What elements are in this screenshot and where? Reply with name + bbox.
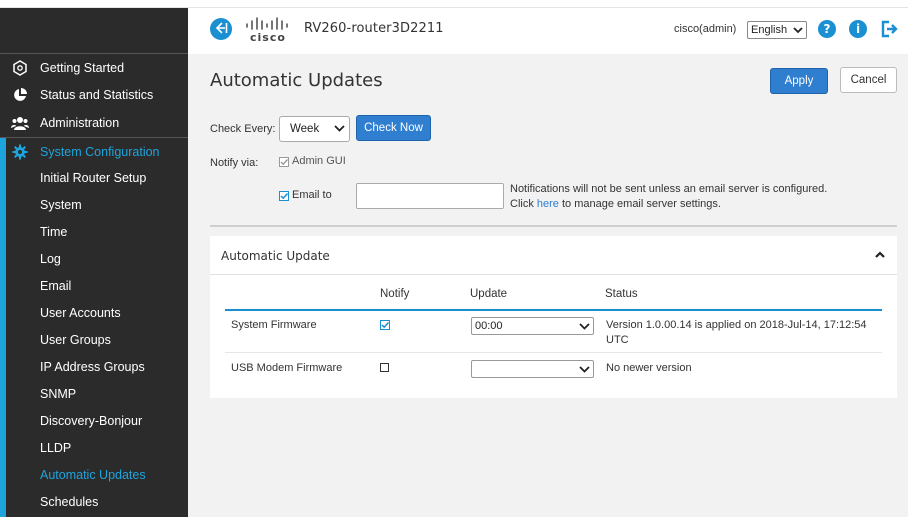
sidebar-item-getting-started[interactable]: Getting Started (0, 53, 188, 81)
user-name: cisco(admin) (674, 23, 737, 35)
sidebar-item-label: Administration (40, 116, 120, 130)
status-usb-modem-firmware: No newer version (606, 362, 692, 374)
email-to-checkbox[interactable] (279, 190, 289, 201)
column-header-status: Status (605, 288, 638, 300)
info-icon[interactable]: i (849, 20, 867, 38)
cancel-button[interactable]: Cancel (840, 67, 897, 93)
sidebar-item-label: Status and Statistics (40, 88, 154, 102)
section-divider (210, 225, 897, 227)
email-to-field[interactable] (356, 183, 504, 209)
chevron-down-icon (793, 25, 803, 38)
email-server-settings-link[interactable]: here (537, 198, 559, 210)
gear-icon (11, 143, 29, 161)
note-line-2-pre: Click (510, 198, 534, 210)
notify-checkbox-system-firmware[interactable] (380, 319, 390, 330)
sidebar-subitem-ip-address-groups[interactable]: IP Address Groups (40, 353, 145, 380)
update-time-value: 00:00 (475, 320, 503, 332)
email-to-label: Email to (292, 189, 332, 201)
users-icon (11, 114, 29, 132)
chevron-down-icon (579, 321, 590, 334)
email-server-note: Notifications will not be sent unless an… (510, 182, 827, 212)
logout-icon[interactable] (880, 20, 898, 38)
check-every-select[interactable]: Week (279, 116, 350, 142)
language-value: English (751, 24, 788, 36)
sidebar-subitem-schedules[interactable]: Schedules (40, 488, 98, 515)
check-every-value: Week (290, 123, 320, 135)
row-name-system-firmware: System Firmware (231, 319, 317, 331)
collapse-chevron-icon[interactable] (874, 249, 886, 263)
note-line-2-post: to manage email server settings. (562, 198, 721, 210)
sidebar-item-status-and-statistics[interactable]: Status and Statistics (0, 81, 188, 109)
sidebar-subitem-snmp[interactable]: SNMP (40, 380, 76, 407)
sidebar-subitem-initial-router-setup[interactable]: Initial Router Setup (40, 164, 146, 191)
table-header-underline (225, 309, 882, 311)
sidebar-subitem-system[interactable]: System (40, 191, 82, 218)
note-line-2: Click here to manage email server settin… (510, 197, 827, 212)
column-header-notify: Notify (380, 288, 410, 300)
notify-via-label: Notify via: (210, 157, 259, 169)
row-name-usb-modem-firmware: USB Modem Firmware (231, 362, 343, 374)
status-system-firmware: Version 1.0.00.14 is applied on 2018-Jul… (606, 319, 867, 346)
cisco-logo-text: cisco (250, 31, 286, 44)
sidebar-subitem-user-groups[interactable]: User Groups (40, 326, 111, 353)
sidebar-subitem-automatic-updates[interactable]: Automatic Updates (40, 461, 146, 488)
apply-button[interactable]: Apply (770, 68, 828, 94)
chevron-down-icon (334, 123, 345, 136)
chevron-down-icon (579, 364, 590, 377)
panel-title: Automatic Update (221, 249, 330, 263)
column-header-update: Update (470, 288, 508, 300)
help-icon[interactable]: ? (818, 20, 836, 38)
admin-gui-checkbox[interactable] (279, 156, 289, 167)
sidebar-item-administration[interactable]: Administration (0, 109, 188, 137)
sidebar-subitem-lldp[interactable]: LLDP (40, 434, 71, 461)
sidebar-subitem-discovery-bonjour[interactable]: Discovery-Bonjour (40, 407, 142, 434)
sidebar-subitem-log[interactable]: Log (40, 245, 61, 272)
sidebar-accent-bar (0, 137, 6, 517)
admin-gui-label: Admin GUI (292, 155, 346, 167)
notify-checkbox-usb-modem-firmware[interactable] (380, 362, 390, 372)
language-select[interactable]: English (747, 21, 807, 39)
top-strip (0, 0, 908, 8)
sidebar-subitem-email[interactable]: Email (40, 272, 71, 299)
menu-toggle-button[interactable] (210, 18, 232, 40)
sidebar-item-label: Getting Started (40, 60, 125, 75)
pie-chart-icon (11, 86, 29, 104)
update-time-select-system-firmware[interactable]: 00:00 (471, 317, 594, 335)
device-name: RV260-router3D2211 (304, 21, 444, 36)
getting-started-icon (11, 59, 29, 77)
sidebar-item-system-configuration[interactable]: System Configuration (0, 137, 188, 165)
sidebar-subitem-time[interactable]: Time (40, 218, 67, 245)
sidebar-item-label: System Configuration (40, 144, 160, 159)
cisco-logo: cisco (245, 17, 295, 44)
sidebar-subitem-user-accounts[interactable]: User Accounts (40, 299, 121, 326)
update-time-select-usb-modem-firmware[interactable] (471, 360, 594, 378)
page-title: Automatic Updates (210, 70, 383, 91)
check-now-button[interactable]: Check Now (356, 115, 431, 141)
panel-header-separator (210, 274, 897, 275)
automatic-update-panel: Automatic Update Notify Update Status Sy… (210, 236, 897, 398)
collapse-arrow-icon (214, 21, 228, 37)
sidebar: Getting Started Status and Statistics Ad… (0, 8, 188, 517)
header: cisco RV260-router3D2211 cisco(admin) En… (188, 8, 908, 54)
note-line-1: Notifications will not be sent unless an… (510, 183, 828, 195)
check-every-label: Check Every: (210, 123, 276, 135)
row-separator (225, 352, 882, 353)
main-content: Automatic Updates Apply Cancel Check Eve… (188, 54, 908, 517)
